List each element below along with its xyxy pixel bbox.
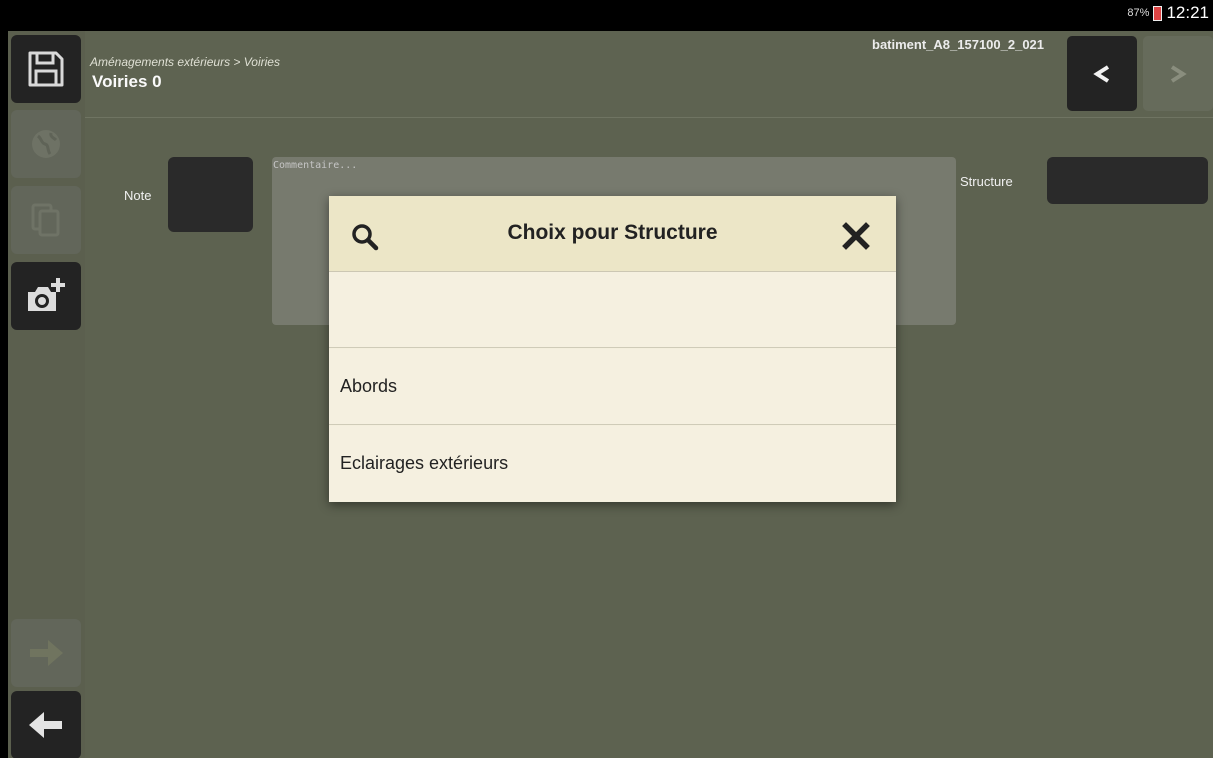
- option-empty[interactable]: [329, 272, 896, 348]
- record-id: batiment_A8_157100_2_021: [872, 37, 1045, 52]
- header: Aménagements extérieurs > Voiries Voirie…: [85, 31, 1213, 118]
- structure-label: Structure: [960, 174, 1013, 189]
- save-button[interactable]: [11, 35, 81, 103]
- previous-button[interactable]: [1067, 36, 1137, 111]
- note-field[interactable]: [168, 157, 253, 232]
- next-arrow-button[interactable]: [11, 619, 81, 687]
- globe-button[interactable]: [11, 110, 81, 178]
- arrow-right-icon: [30, 640, 63, 666]
- option-abords[interactable]: Abords: [329, 349, 896, 425]
- structure-field[interactable]: [1047, 157, 1208, 204]
- copy-icon: [31, 203, 60, 237]
- save-icon: [28, 51, 64, 87]
- chevron-right-icon: [1170, 64, 1187, 83]
- clock: 12:21: [1166, 3, 1209, 22]
- chevron-left-icon: [1093, 64, 1110, 83]
- sidebar: [8, 31, 85, 758]
- app-window: Aménagements extérieurs > Voiries Voirie…: [8, 31, 1213, 758]
- note-label: Note: [124, 188, 152, 203]
- dialog-header: Choix pour Structure: [329, 196, 896, 272]
- add-photo-icon: [28, 278, 65, 311]
- page-title: Voiries 0: [92, 72, 162, 91]
- structure-choice-dialog: Choix pour Structure Abords Eclairages e…: [329, 196, 896, 502]
- battery-percent: 87%: [1127, 7, 1150, 19]
- status-right: 87% 12:21: [1127, 3, 1209, 23]
- next-button[interactable]: [1143, 36, 1213, 111]
- breadcrumb: Aménagements extérieurs > Voiries: [90, 55, 280, 69]
- status-bar: 87% 12:21: [0, 0, 1213, 31]
- battery-charging-icon: [1153, 5, 1163, 21]
- option-label: Eclairages extérieurs: [340, 453, 509, 473]
- globe-icon: [32, 130, 60, 158]
- option-eclairages-exterieurs[interactable]: Eclairages extérieurs: [329, 426, 896, 502]
- dialog-title: Choix pour Structure: [507, 221, 718, 244]
- close-icon[interactable]: [840, 220, 872, 252]
- arrow-left-icon: [29, 712, 62, 738]
- copy-button[interactable]: [11, 186, 81, 254]
- comment-placeholder: Commentaire...: [273, 160, 358, 171]
- option-label: Abords: [340, 376, 398, 396]
- back-arrow-button[interactable]: [11, 691, 81, 758]
- add-photo-button[interactable]: [11, 262, 81, 330]
